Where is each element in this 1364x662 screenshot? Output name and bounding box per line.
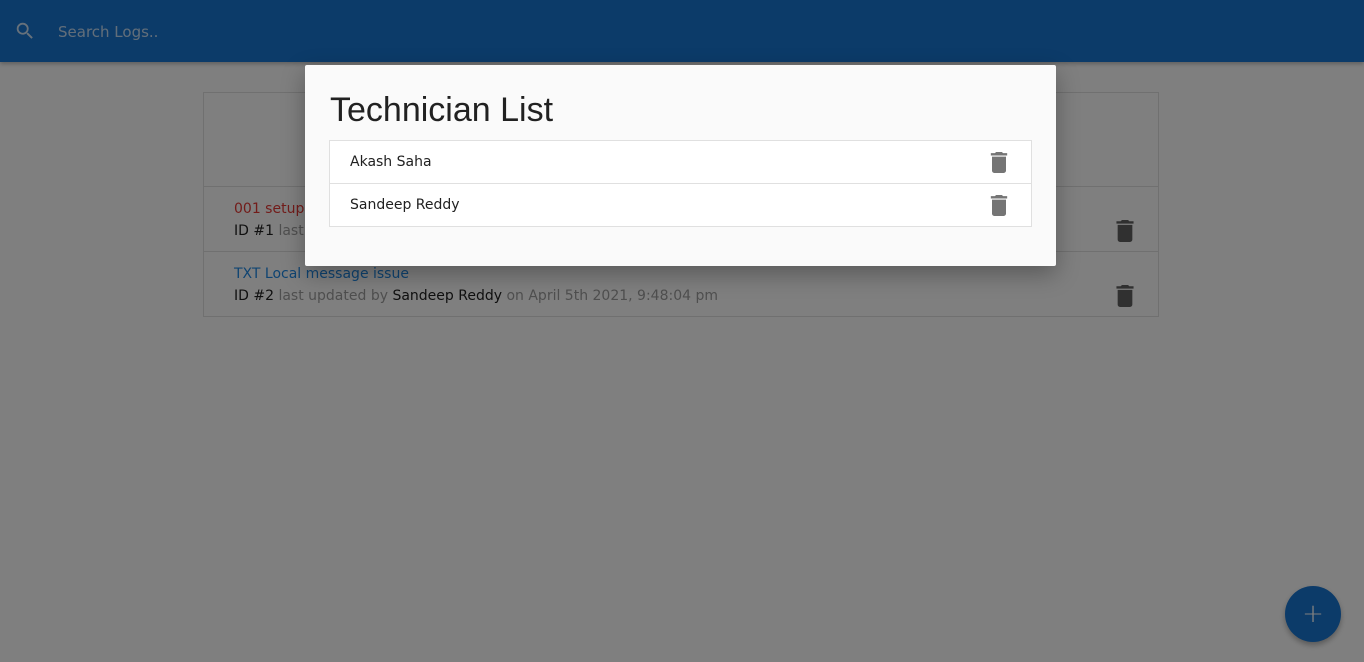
delete-icon[interactable] <box>990 195 1008 216</box>
technician-name: Sandeep Reddy <box>350 197 460 213</box>
delete-icon[interactable] <box>990 152 1008 173</box>
modal-title: Technician List <box>330 91 554 129</box>
technician-list-modal: Technician List Akash Saha Sandeep Reddy <box>305 65 1056 266</box>
technician-item: Sandeep Reddy <box>330 184 1031 226</box>
technician-name: Akash Saha <box>350 154 432 170</box>
technician-item: Akash Saha <box>330 141 1031 184</box>
technician-list: Akash Saha Sandeep Reddy <box>329 140 1032 227</box>
